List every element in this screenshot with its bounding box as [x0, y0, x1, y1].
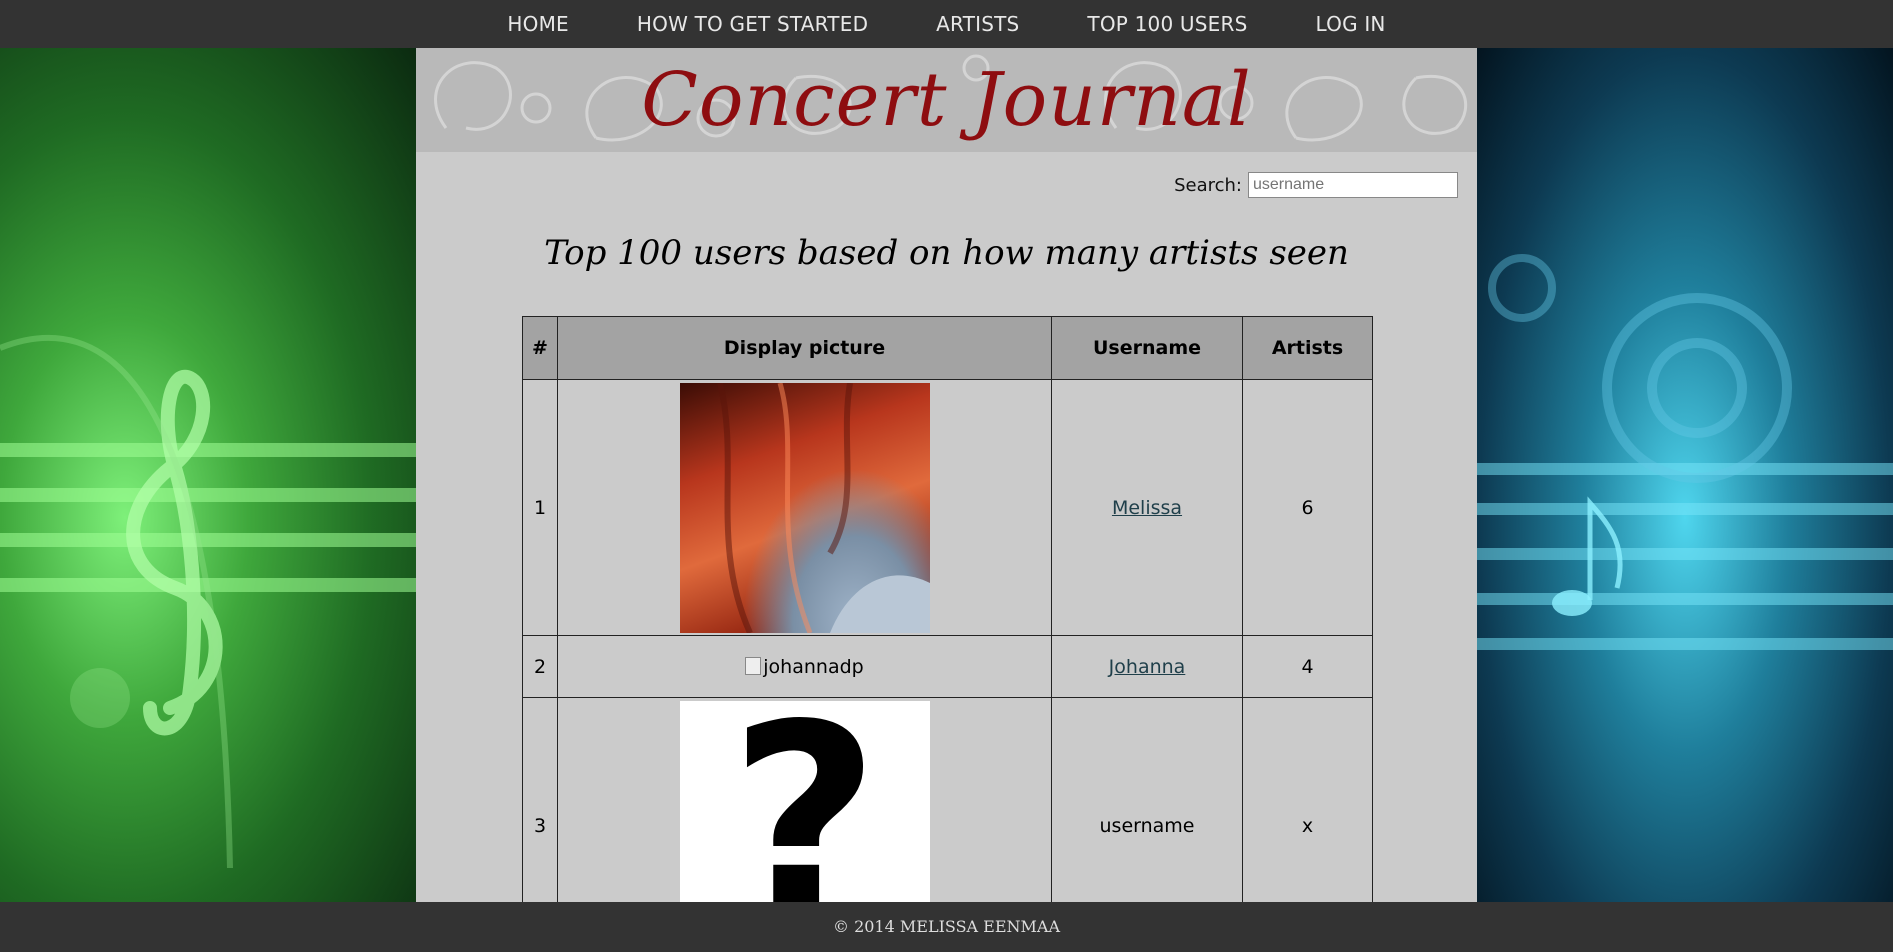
artists-count-cell: x [1242, 697, 1373, 902]
display-picture-cell: johannadp [557, 635, 1052, 698]
broken-image-icon [745, 656, 762, 675]
nav-how-to-get-started[interactable]: HOW TO GET STARTED [603, 0, 902, 48]
artists-count-cell: 4 [1242, 635, 1373, 698]
background-left-music [0, 48, 416, 902]
table-header-row: # Display picture Username Artists [522, 316, 1373, 380]
footer: © 2014 MELISSA EENMAA [0, 902, 1893, 952]
search-bar: Search: [1174, 172, 1458, 198]
table-row: 1 Melissa 6 [522, 379, 1373, 636]
top-navigation: HOME HOW TO GET STARTED ARTISTS TOP 100 … [0, 0, 1893, 48]
nav-home[interactable]: HOME [473, 0, 602, 48]
music-note-icon [1488, 254, 1792, 616]
rank-cell: 2 [522, 635, 558, 698]
question-mark-icon: ? [679, 700, 930, 902]
top-users-table: # Display picture Username Artists 1 Mel… [522, 316, 1373, 902]
search-label: Search: [1174, 174, 1242, 196]
username-link[interactable]: Johanna [1109, 656, 1186, 678]
page-title: Top 100 users based on how many artists … [544, 233, 1349, 273]
broken-image-alt: johannadp [763, 655, 864, 678]
rank-cell: 3 [522, 697, 558, 902]
nav-log-in[interactable]: LOG IN [1282, 0, 1420, 48]
column-header-rank: # [522, 316, 558, 380]
rank-cell: 1 [522, 379, 558, 636]
display-picture-cell [557, 379, 1052, 636]
user-avatar-melissa [679, 382, 930, 633]
table-row: 3 ? username x [522, 697, 1373, 902]
site-logo[interactable]: Concert Journal [416, 50, 1477, 150]
username-cell: username [1051, 697, 1243, 902]
nav-top-100-users[interactable]: TOP 100 USERS [1053, 0, 1281, 48]
column-header-artists: Artists [1242, 316, 1373, 380]
nav-artists[interactable]: ARTISTS [902, 0, 1053, 48]
username-cell: Johanna [1051, 635, 1243, 698]
column-header-display-picture: Display picture [557, 316, 1052, 380]
column-header-username: Username [1051, 316, 1243, 380]
broken-image: johannadp [745, 655, 864, 678]
artists-count-cell: 6 [1242, 379, 1373, 636]
main-content: Concert Journal Search: Top 100 users ba… [416, 48, 1477, 902]
table-row: 2 johannadp Johanna 4 [522, 635, 1373, 698]
search-input[interactable] [1248, 172, 1458, 198]
username-link[interactable]: Melissa [1112, 497, 1182, 519]
background-right-music [1477, 48, 1893, 902]
header-banner: Concert Journal [416, 48, 1477, 152]
display-picture-cell: ? [557, 697, 1052, 902]
copyright-text: © 2014 MELISSA EENMAA [832, 917, 1061, 936]
username-cell: Melissa [1051, 379, 1243, 636]
treble-clef-icon [0, 334, 233, 869]
